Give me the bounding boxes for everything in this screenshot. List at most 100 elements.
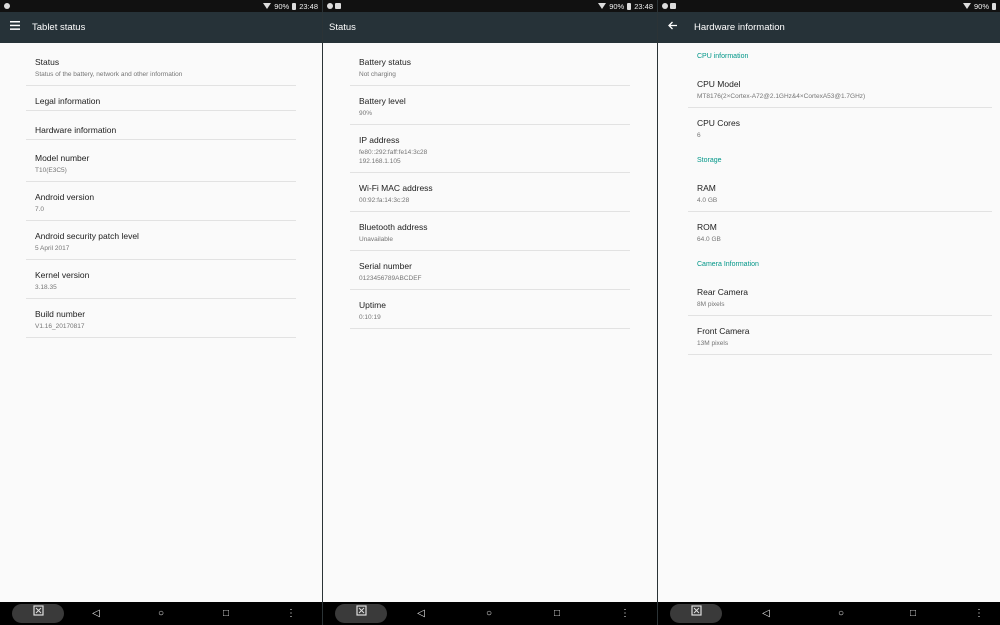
item-title: CPU Model — [697, 79, 741, 89]
item-summary: 7.0 — [35, 206, 45, 213]
back-button[interactable]: ◁ — [88, 606, 104, 621]
home-button[interactable]: ○ — [153, 606, 169, 621]
item-summary: 6 — [697, 132, 701, 139]
navigation-bar: ◁ ○ □ ⋮ — [0, 602, 322, 625]
back-button[interactable]: ◁ — [413, 606, 429, 621]
page-title: Tablet status — [32, 22, 86, 33]
item-title: Kernel version — [35, 270, 90, 280]
item-title: Android version — [35, 192, 95, 202]
list-item-ram[interactable]: RAM 4.0 GB — [688, 173, 992, 212]
clock: 23:48 — [634, 1, 653, 11]
recents-button[interactable]: □ — [549, 606, 565, 621]
hardware-information-screen: 90% Hardware information CPU information… — [658, 0, 1000, 625]
item-summary: 4.0 GB — [697, 197, 718, 204]
app-toolbar: Status — [323, 12, 657, 43]
app-toolbar: Hardware information — [658, 12, 1000, 43]
recents-button[interactable]: □ — [905, 606, 921, 621]
more-button[interactable]: ⋮ — [617, 606, 633, 621]
item-summary: 64.0 GB — [697, 236, 721, 243]
list-item-android-version[interactable]: Android version 7.0 — [26, 182, 296, 221]
home-button[interactable]: ○ — [481, 606, 497, 621]
list-item-battery-level[interactable]: Battery level 90% — [350, 86, 630, 125]
item-title: Battery status — [359, 57, 411, 67]
list-item-kernel-version[interactable]: Kernel version 3.18.35 — [26, 260, 296, 299]
wifi-icon — [263, 3, 272, 9]
list-item-wifi-mac-address[interactable]: Wi-Fi MAC address 00:92:fa:14:3c:28 — [350, 173, 630, 212]
back-arrow-icon[interactable] — [666, 20, 680, 34]
section-header-cpu: CPU information — [697, 53, 749, 60]
item-summary: 0:10:19 — [359, 314, 381, 321]
item-title: Wi-Fi MAC address — [359, 183, 433, 193]
list-item-security-patch-level[interactable]: Android security patch level 5 April 201… — [26, 221, 296, 260]
app-toolbar: Tablet status — [0, 12, 322, 43]
navigation-bar: ◁ ○ □ ⋮ — [323, 602, 657, 625]
page-title: Hardware information — [694, 22, 785, 33]
list-item-cpu-cores[interactable]: CPU Cores 6 — [688, 108, 992, 147]
item-summary: MT8176(2×Cortex-A72@2.1GHz&4×CortexA53@1… — [697, 93, 866, 100]
screenshot-icon[interactable] — [335, 604, 387, 623]
battery-percent: 90% — [973, 1, 989, 11]
screenshot-icon[interactable] — [670, 604, 722, 623]
hamburger-menu-icon[interactable] — [8, 20, 22, 34]
page-title: Status — [329, 22, 356, 33]
item-summary: 90% — [359, 110, 373, 117]
item-title: Bluetooth address — [359, 222, 428, 232]
notification-icon — [4, 3, 10, 9]
list-item-build-number[interactable]: Build number V1.16_20170817 — [26, 299, 296, 338]
home-button[interactable]: ○ — [833, 606, 849, 621]
list-item-hardware-information[interactable]: Hardware information — [26, 115, 296, 140]
list-item-status[interactable]: Status Status of the battery, network an… — [26, 47, 296, 86]
screenshot-icon[interactable] — [12, 604, 64, 623]
item-summary: T10(E3C5) — [35, 167, 67, 174]
list-item-cpu-model[interactable]: CPU Model MT8176(2×Cortex-A72@2.1GHz&4×C… — [688, 69, 992, 108]
notification-icon — [662, 3, 668, 9]
status-bar: 90% 23:48 — [323, 0, 657, 12]
item-summary: Status of the battery, network and other… — [35, 71, 183, 78]
list-item-battery-status[interactable]: Battery status Not charging — [350, 47, 630, 86]
battery-icon — [992, 2, 996, 10]
list-item-uptime[interactable]: Uptime 0:10:19 — [350, 290, 630, 329]
list-item-front-camera[interactable]: Front Camera 13M pixels — [688, 316, 992, 355]
item-title: Legal information — [35, 96, 101, 106]
navigation-bar: ◁ ○ □ ⋮ — [658, 602, 1000, 625]
item-title: CPU Cores — [697, 118, 740, 128]
status-bar: 90% 23:48 — [0, 0, 322, 12]
item-title: IP address — [359, 135, 400, 145]
wifi-icon — [962, 3, 971, 9]
list-item-rear-camera[interactable]: Rear Camera 8M pixels — [688, 277, 992, 316]
item-title: Build number — [35, 309, 86, 319]
item-title: Hardware information — [35, 125, 117, 135]
more-button[interactable]: ⋮ — [283, 606, 299, 621]
item-summary: Unavailable — [359, 236, 393, 243]
list-item-serial-number[interactable]: Serial number 0123456789ABCDEF — [350, 251, 630, 290]
clock: 23:48 — [299, 1, 318, 11]
item-title: Android security patch level — [35, 231, 139, 241]
image-notification-icon — [670, 3, 677, 9]
item-summary: Not charging — [359, 71, 396, 78]
list-item-rom[interactable]: ROM 64.0 GB — [688, 212, 992, 251]
battery-percent: 90% — [274, 1, 290, 11]
item-summary: 8M pixels — [697, 301, 725, 308]
list-item-bluetooth-address[interactable]: Bluetooth address Unavailable — [350, 212, 630, 251]
item-title: Status — [35, 57, 60, 67]
section-header-storage: Storage — [697, 157, 722, 164]
item-title: Model number — [35, 153, 90, 163]
status-screen: 90% 23:48 Status Battery status Not char… — [323, 0, 657, 625]
more-button[interactable]: ⋮ — [971, 606, 987, 621]
list-item-legal-information[interactable]: Legal information — [26, 86, 296, 111]
item-summary: 00:92:fa:14:3c:28 — [359, 197, 410, 204]
item-summary: 0123456789ABCDEF — [359, 275, 422, 282]
item-title: ROM — [697, 222, 717, 232]
item-title: Uptime — [359, 300, 386, 310]
item-title: Front Camera — [697, 326, 750, 336]
back-button[interactable]: ◁ — [758, 606, 774, 621]
item-summary-secondary: 192.168.1.105 — [359, 158, 401, 165]
status-bar: 90% — [658, 0, 1000, 12]
list-item-model-number[interactable]: Model number T10(E3C5) — [26, 143, 296, 182]
tablet-status-screen: 90% 23:48 Tablet status Status Status of… — [0, 0, 322, 625]
image-notification-icon — [335, 3, 342, 9]
battery-percent: 90% — [609, 1, 625, 11]
recents-button[interactable]: □ — [218, 606, 234, 621]
item-summary: 13M pixels — [697, 340, 729, 347]
list-item-ip-address[interactable]: IP address fe80::292:faff:fe14:3c28 192.… — [350, 125, 630, 173]
